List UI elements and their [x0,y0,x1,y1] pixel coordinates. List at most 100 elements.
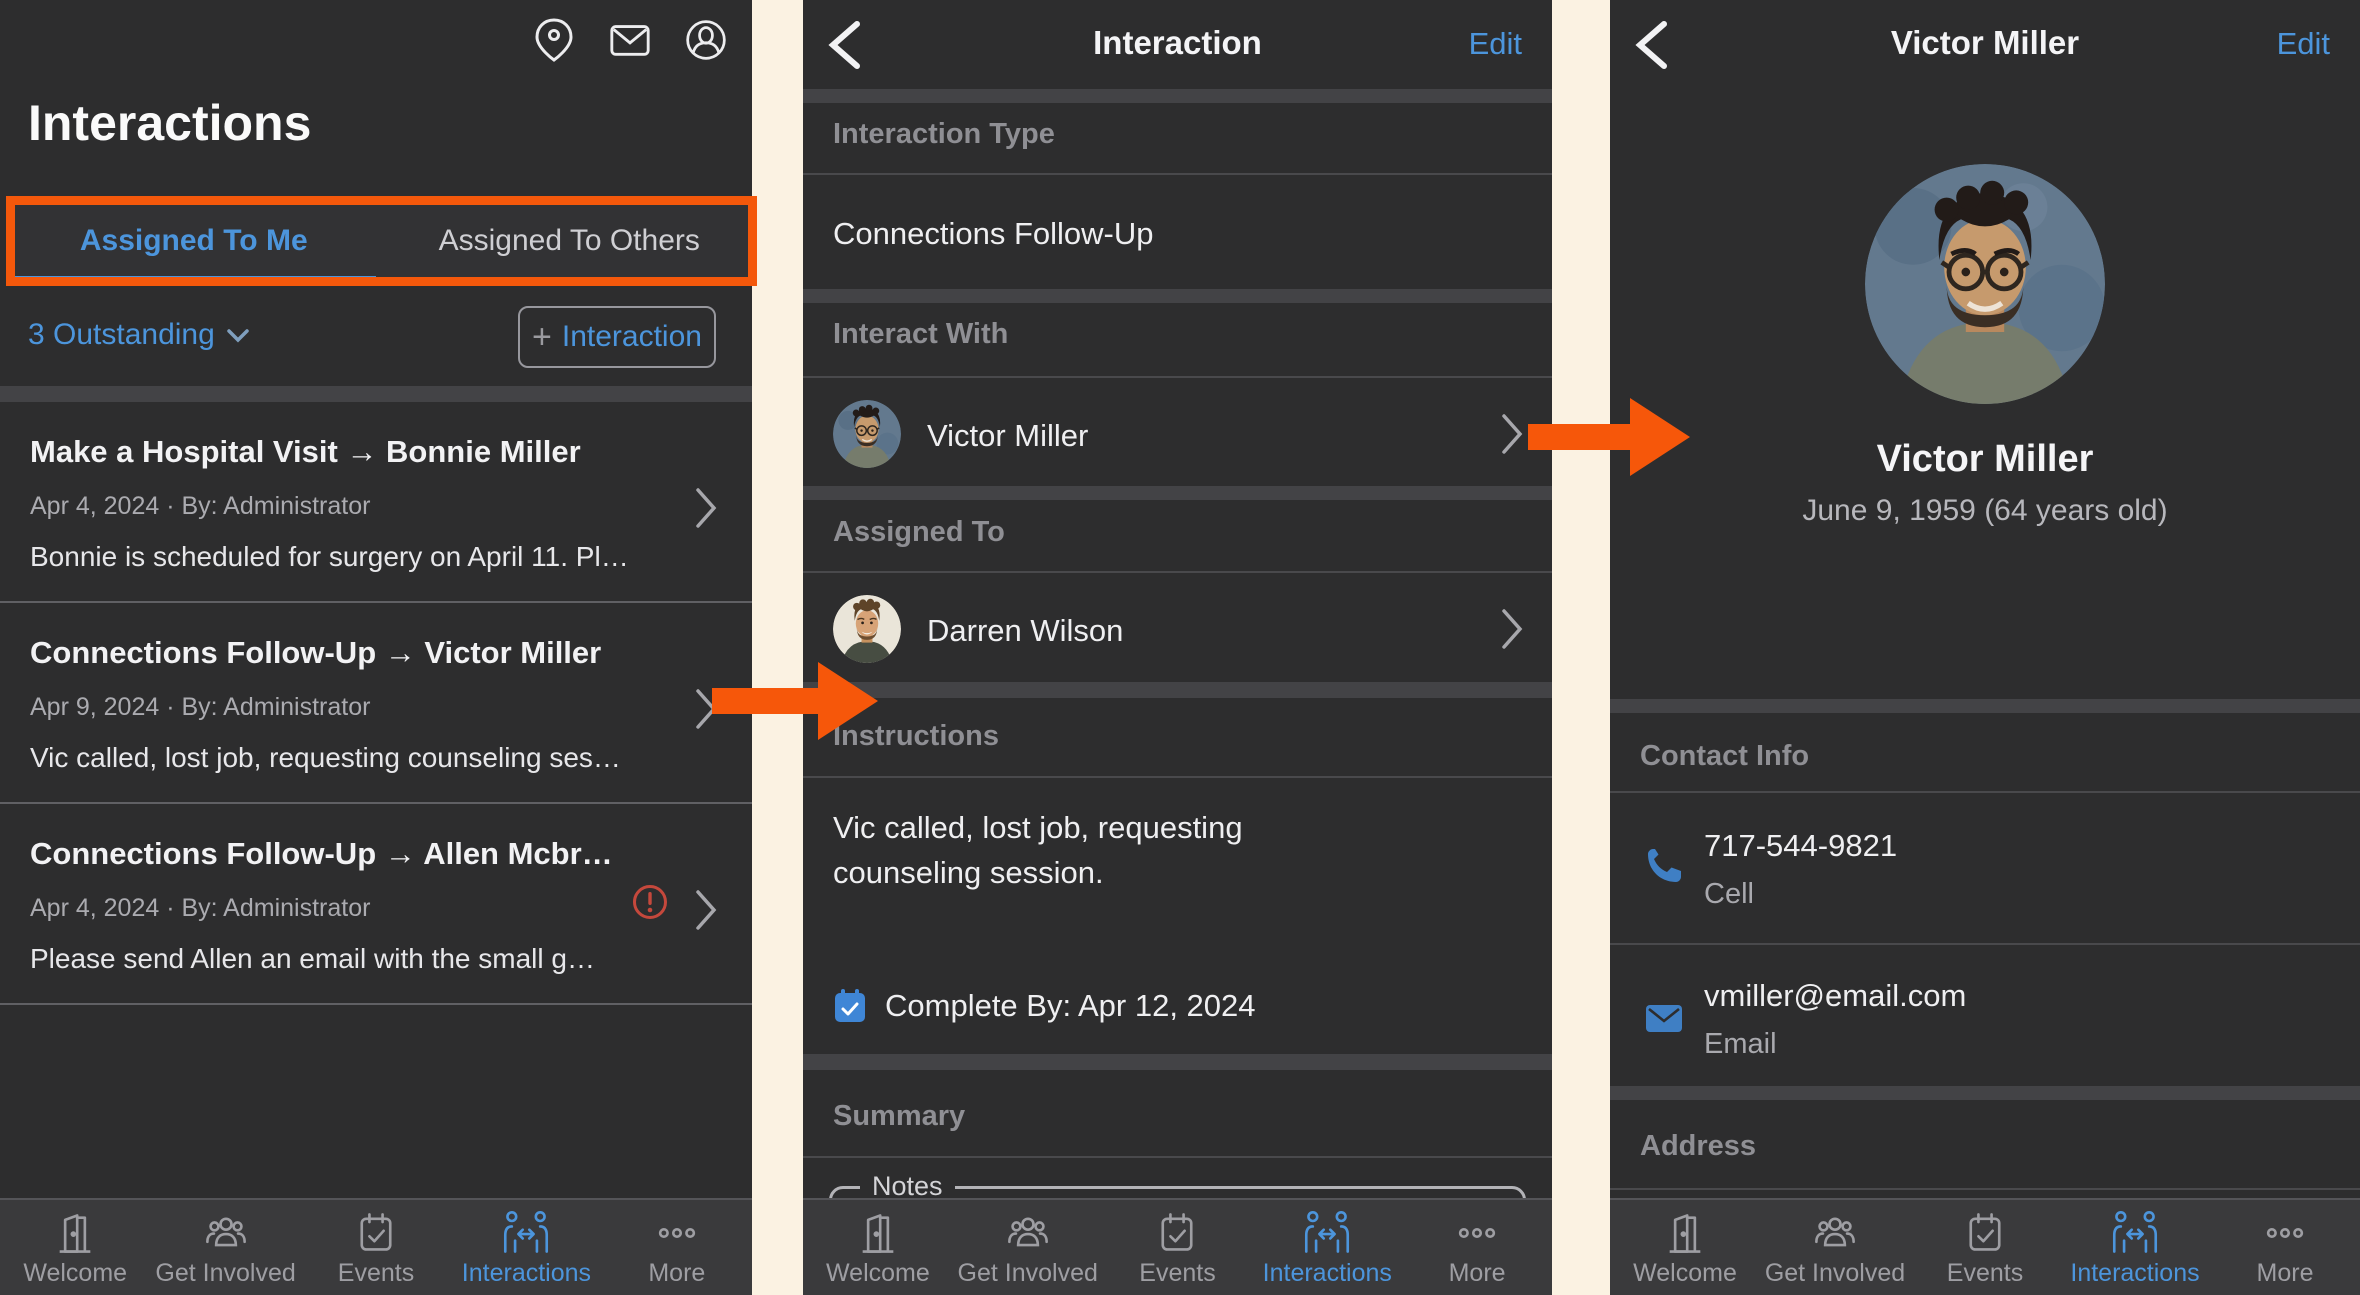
divider [803,1156,1552,1158]
avatar-darren-wilson [833,595,901,663]
tab-label: Events [1139,1259,1215,1288]
tab-assigned-to-me-label: Assigned To Me [80,224,308,258]
calendar-icon [1961,1210,2009,1256]
section-gap [0,386,752,402]
tab-get-involved[interactable]: Get Involved [1760,1200,1910,1295]
tab-assigned-to-others-label: Assigned To Others [439,224,700,258]
item-meta: Apr 9, 2024 · By: Administrator [30,693,642,722]
more-dots-icon [653,1210,701,1256]
location-pin-icon[interactable] [532,16,576,64]
divider [803,776,1552,778]
phone-type: Cell [1704,878,1754,911]
section-gap [1610,699,2360,713]
edit-button[interactable]: Edit [2277,26,2330,62]
divider [803,173,1552,175]
summary-label: Summary [833,1100,965,1133]
complete-by-text: Complete By: Apr 12, 2024 [885,988,1256,1024]
tab-events[interactable]: Events [301,1200,451,1295]
flow-arrow-list-to-detail [712,662,878,740]
list-item-hospital-visit[interactable]: Make a Hospital Visit → Bonnie Miller Ap… [0,402,752,603]
interactions-list-screen: Interactions Assigned To Me Assigned To … [0,0,752,1295]
item-title: Connections Follow-Up → Allen Mcbr… [30,836,642,872]
tab-events[interactable]: Events [1910,1200,2060,1295]
more-dots-icon [2261,1210,2309,1256]
tab-label: Welcome [23,1259,127,1288]
tab-welcome[interactable]: Welcome [1610,1200,1760,1295]
chevron-right-icon [694,486,718,530]
tab-label: Interactions [1263,1259,1392,1288]
bottom-tab-bar: Welcome Get Involved Events [0,1198,752,1295]
interaction-list: Make a Hospital Visit → Bonnie Miller Ap… [0,402,752,1005]
add-interaction-button[interactable]: + Interaction [518,306,716,368]
phone-number: 717-544-9821 [1704,828,1897,864]
welcome-door-icon [1661,1210,1709,1256]
plus-icon: + [532,318,552,357]
bottom-tab-bar: Welcome Get Involved Events [803,1198,1552,1295]
tab-more[interactable]: More [602,1200,752,1295]
divider [1610,791,2360,793]
mail-icon[interactable] [608,16,652,64]
profile-birthdate: June 9, 1959 (64 years old) [1610,494,2360,528]
divider [1610,943,2360,945]
section-gap [803,89,1552,103]
divider [803,376,1552,378]
chevron-down-icon [225,326,251,344]
phone-icon [1644,846,1684,886]
item-title: Make a Hospital Visit → Bonnie Miller [30,434,642,470]
complete-by-row: Complete By: Apr 12, 2024 [833,988,1256,1024]
tab-more[interactable]: More [2210,1200,2360,1295]
tab-interactions[interactable]: Interactions [1252,1200,1402,1295]
bottom-tab-bar: Welcome Get Involved Events [1610,1198,2360,1295]
account-icon[interactable] [684,16,728,64]
flow-arrow-detail-to-profile [1528,398,1690,476]
tab-events[interactable]: Events [1103,1200,1253,1295]
chevron-right-icon [1500,607,1524,651]
tab-more[interactable]: More [1402,1200,1552,1295]
group-icon [202,1210,250,1256]
calendar-icon [1153,1210,1201,1256]
tab-welcome[interactable]: Welcome [0,1200,150,1295]
tab-assigned-to-others[interactable]: Assigned To Others [382,196,753,286]
outstanding-filter-dropdown[interactable]: 3 Outstanding [28,318,251,352]
interact-with-label: Interact With [833,318,1008,351]
edit-button[interactable]: Edit [1469,26,1522,62]
item-title: Connections Follow-Up → Victor Miller [30,635,642,671]
item-meta: Apr 4, 2024 · By: Administrator [30,894,642,923]
tab-label: Get Involved [155,1259,295,1288]
profile-photo [1865,164,2105,404]
tab-assigned-to-me[interactable]: Assigned To Me [6,196,382,286]
divider [803,571,1552,573]
group-icon [1811,1210,1859,1256]
list-item-victor-followup[interactable]: Connections Follow-Up → Victor Miller Ap… [0,603,752,804]
add-interaction-label: Interaction [562,320,702,354]
profile-name: Victor Miller [1610,438,2360,481]
tab-get-involved[interactable]: Get Involved [953,1200,1103,1295]
group-icon [1004,1210,1052,1256]
tab-welcome[interactable]: Welcome [803,1200,953,1295]
address-label: Address [1640,1130,1756,1163]
assignment-tabs: Assigned To Me Assigned To Others [6,196,752,286]
tab-interactions[interactable]: Interactions [451,1200,601,1295]
overdue-warning-icon [632,884,668,920]
tab-label: Events [338,1259,414,1288]
calendar-icon [352,1210,400,1256]
tab-label: Events [1947,1259,2023,1288]
avatar-victor-miller [833,400,901,468]
section-gap [803,1054,1552,1070]
list-item-allen-followup[interactable]: Connections Follow-Up → Allen Mcbr… Apr … [0,804,752,1005]
assigned-to-label: Assigned To [833,516,1005,549]
section-gap [803,289,1552,303]
item-desc: Bonnie is scheduled for surgery on April… [30,541,642,573]
header-icons [532,16,728,64]
tab-label: Welcome [1633,1259,1737,1288]
tab-interactions[interactable]: Interactions [2060,1200,2210,1295]
interaction-type-value: Connections Follow-Up [833,216,1153,252]
tab-get-involved[interactable]: Get Involved [150,1200,300,1295]
page-title: Interactions [28,94,311,152]
tab-label: More [2257,1259,2314,1288]
interactions-icon [2111,1210,2159,1256]
interaction-type-label: Interaction Type [833,118,1055,151]
screen-title: Victor Miller [1610,24,2360,62]
calendar-check-icon [833,988,867,1024]
email-icon [1644,998,1684,1038]
